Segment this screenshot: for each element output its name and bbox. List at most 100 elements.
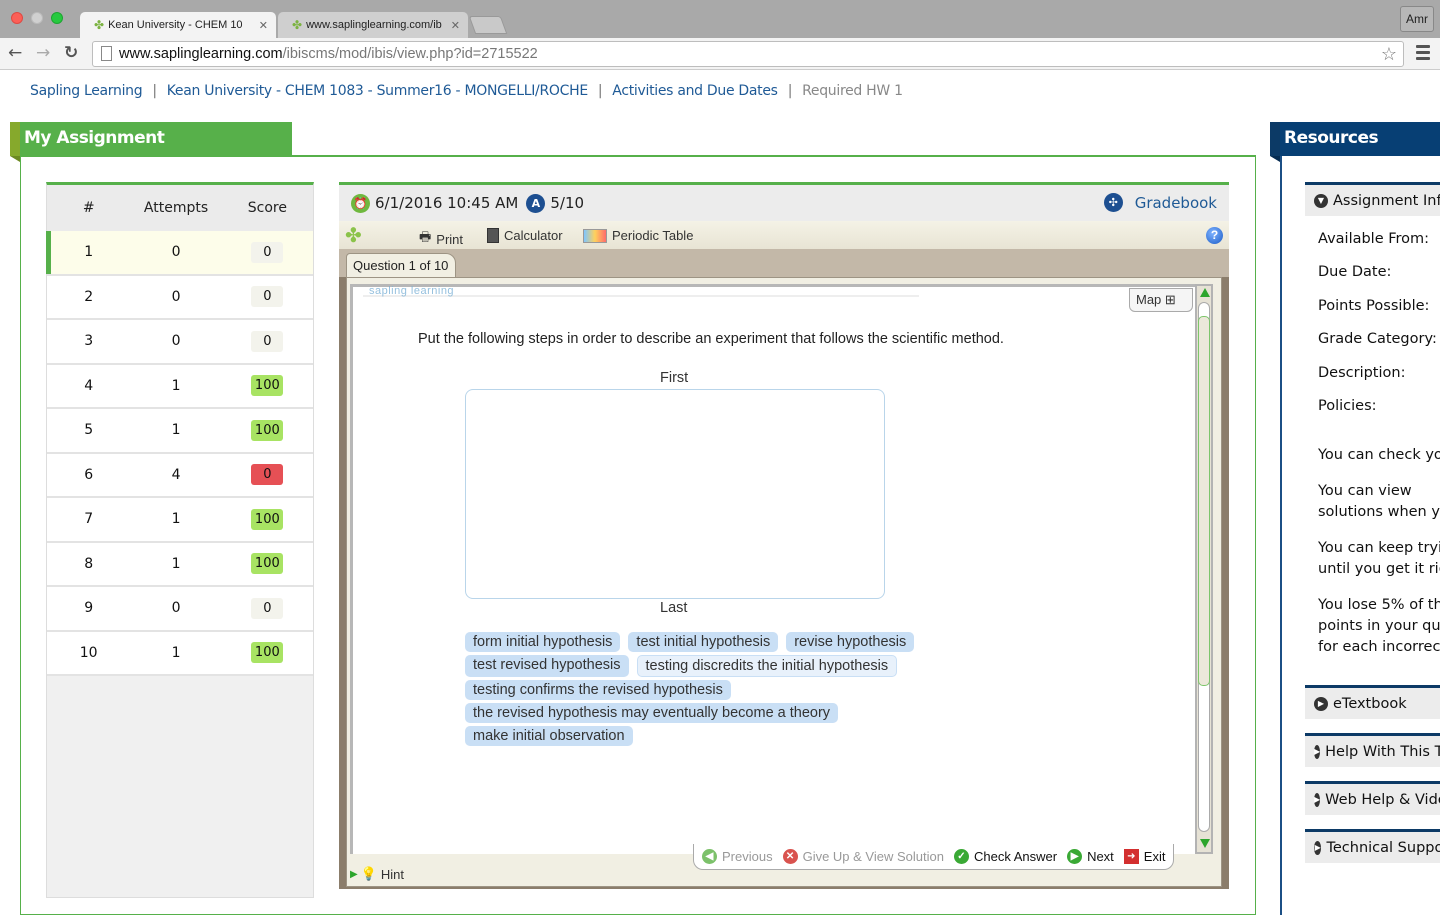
score-table-row[interactable]: 1 0 0 (46, 231, 313, 276)
score-badge: 0 (251, 464, 284, 486)
assignment-info-accordion[interactable]: ▼ Assignment Info (1305, 182, 1440, 216)
chip-row: form initial hypothesis test initial hypo… (465, 632, 985, 652)
question-prompt: Put the following steps in order to desc… (418, 331, 1004, 347)
chip-row: testing confirms the revised hypothesis (465, 680, 985, 700)
answer-chip[interactable]: make initial observation (465, 726, 633, 746)
score-table-row[interactable]: 2 0 0 (47, 275, 313, 320)
bookmark-star-icon[interactable]: ☆ (1381, 44, 1397, 65)
calculator-label: Calculator (504, 228, 563, 243)
answer-chip-pool: form initial hypothesis test initial hypo… (465, 632, 985, 749)
answer-chip[interactable]: test revised hypothesis (465, 655, 629, 677)
url-path: /ibiscms/mod/ibis/view.php?id=2715522 (282, 46, 538, 62)
description-label: Description: (1318, 365, 1406, 381)
grade-category-label: Grade Category: (1318, 331, 1437, 347)
answer-chip[interactable]: the revised hypothesis may eventually be… (465, 703, 839, 723)
maximize-window-button[interactable] (51, 12, 63, 24)
breadcrumb-separator: | (152, 83, 157, 99)
address-bar[interactable]: www.saplinglearning.com/ibiscms/mod/ibis… (92, 41, 1404, 67)
accordion-label: eTextbook (1333, 695, 1407, 712)
question-tab[interactable]: Question 1 of 10 (346, 253, 456, 277)
check-answer-label: Check Answer (973, 849, 1058, 864)
score-table-row[interactable]: 5 1 100 (47, 409, 313, 454)
chip-row: make initial observation (465, 726, 985, 746)
question-content: sapling learning Map ⊞ Put the following… (350, 284, 1196, 854)
breadcrumb-activities[interactable]: Activities and Due Dates (612, 83, 778, 99)
browser-menu-icon[interactable] (1416, 45, 1430, 63)
web-help-accordion[interactable]: ▶ Web Help & Videos (1305, 781, 1440, 815)
close-tab-icon[interactable]: ✕ (259, 19, 268, 32)
score-table-row[interactable]: 3 0 0 (47, 320, 313, 365)
scroll-up-arrow-icon[interactable] (1200, 288, 1210, 297)
ribbon-fold (10, 156, 20, 162)
gradebook-link[interactable]: ✣ Gradebook (1103, 193, 1217, 212)
etextbook-accordion[interactable]: ▶ eTextbook (1305, 685, 1440, 719)
vertical-scrollbar[interactable] (1195, 284, 1213, 854)
chip-row: the revised hypothesis may eventually be… (465, 703, 985, 723)
periodic-table-button[interactable]: Periodic Table (583, 228, 693, 243)
score-table-row[interactable]: 9 0 0 (47, 587, 313, 632)
ordering-drop-zone[interactable] (465, 389, 885, 599)
give-up-button[interactable]: ✕ Give Up & View Solution (782, 849, 944, 864)
close-tab-icon[interactable]: ✕ (451, 19, 460, 32)
help-topic-accordion[interactable]: ▶ Help With This Topic (1305, 733, 1440, 767)
expand-triangle-icon: ▶ (350, 868, 358, 880)
score-badge: 100 (251, 419, 284, 441)
sapling-leaf-icon: ✤ (345, 225, 362, 247)
score-badge: 0 (251, 597, 284, 619)
accordion-label: Web Help & Videos (1325, 791, 1440, 808)
help-icon[interactable]: ? (1206, 227, 1223, 244)
print-button[interactable]: 🖶 Print (419, 228, 463, 250)
scroll-down-arrow-icon[interactable] (1200, 839, 1210, 848)
exit-button[interactable]: ➜ Exit (1123, 849, 1165, 864)
answer-chip[interactable]: testing discredits the initial hypothesi… (636, 655, 898, 677)
ribbon-fold (1270, 156, 1280, 162)
breadcrumb-sapling-learning[interactable]: Sapling Learning (30, 83, 143, 99)
question-toolbar: ✤ 🖶 Print Calculator Periodic Table ? (339, 221, 1229, 249)
score-table-row[interactable]: 7 1 100 (47, 498, 313, 543)
forward-arrow-icon[interactable]: → (36, 43, 50, 63)
user-profile-button[interactable]: Amr (1400, 6, 1434, 32)
attempts-count: 1 (171, 377, 181, 394)
score-table-row[interactable]: 6 4 0 (47, 453, 313, 498)
answer-chip[interactable]: test initial hypothesis (628, 632, 779, 652)
question-number: 4 (84, 377, 94, 394)
breadcrumb-course[interactable]: Kean University - CHEM 1083 - Summer16 -… (167, 83, 588, 99)
score-table-row[interactable]: 10 1 100 (47, 631, 313, 676)
answer-chip[interactable]: form initial hypothesis (465, 632, 621, 652)
new-tab-button[interactable] (468, 16, 508, 34)
attempts-count: 1 (171, 644, 181, 661)
breadcrumb-separator: | (597, 83, 603, 99)
first-label: First (660, 370, 689, 386)
answer-chip[interactable]: revise hypothesis (786, 632, 915, 652)
calculator-button[interactable]: Calculator (487, 228, 563, 243)
question-number: 3 (84, 333, 94, 350)
back-arrow-icon[interactable]: ← (8, 43, 22, 63)
score-table-row[interactable]: 8 1 100 (47, 542, 313, 587)
next-label: Next (1087, 849, 1114, 864)
policy-text: You can keep trying until you get it rig… (1318, 540, 1440, 577)
hint-button[interactable]: ▶ 💡 Hint (350, 866, 404, 882)
score-table-row[interactable]: 4 1 100 (47, 364, 313, 409)
scroll-thumb[interactable] (1198, 316, 1210, 686)
score-badge: 100 (251, 642, 284, 664)
next-button[interactable]: ▶ Next (1067, 849, 1114, 864)
previous-label: Previous (722, 849, 773, 864)
check-answer-button[interactable]: ✓ Check Answer (953, 849, 1058, 864)
tech-support-accordion[interactable]: ▶ Technical Support (1305, 829, 1440, 863)
breadcrumb-separator: | (787, 83, 793, 99)
browser-tabstrip: ✤ Kean University - CHEM 10 ✕ ✤ www.sapl… (0, 0, 1440, 38)
question-number: 8 (84, 555, 94, 572)
print-label: Print (436, 231, 464, 247)
previous-button[interactable]: ◀ Previous (702, 849, 773, 864)
minimize-window-button[interactable] (31, 12, 43, 24)
reload-icon[interactable]: ↻ (64, 43, 78, 63)
header-attempts: Attempts (143, 200, 209, 216)
tab-title: www.saplinglearning.com/ib (306, 19, 442, 31)
expand-chevron-icon: ▶ (1314, 744, 1321, 759)
browser-tab[interactable]: ✤ www.saplinglearning.com/ib ✕ (278, 12, 468, 38)
map-button[interactable]: Map ⊞ (1129, 288, 1193, 312)
browser-tab-active[interactable]: ✤ Kean University - CHEM 10 ✕ (80, 12, 276, 38)
answer-chip[interactable]: testing confirms the revised hypothesis (465, 680, 731, 700)
close-window-button[interactable] (11, 12, 23, 24)
question-number: 7 (84, 511, 94, 528)
